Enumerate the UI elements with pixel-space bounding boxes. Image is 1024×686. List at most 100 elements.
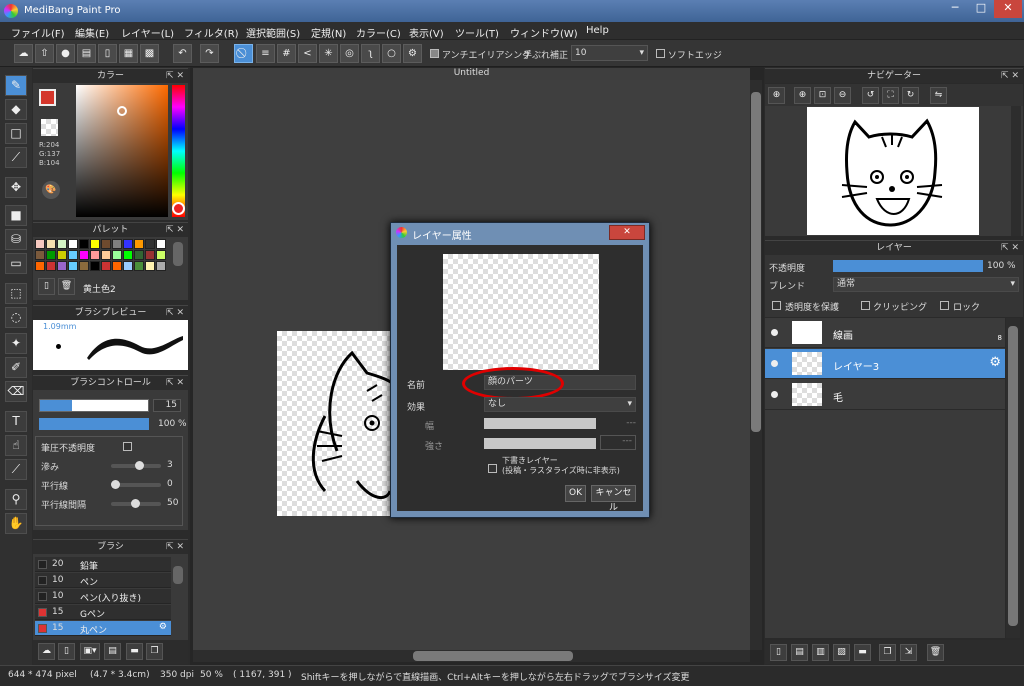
duplicate-icon[interactable]: ❐: [146, 643, 163, 660]
rotate-right-icon[interactable]: ↻: [902, 87, 919, 104]
select-pen-tool-icon[interactable]: ✐: [5, 357, 27, 378]
menu-window[interactable]: ウィンドウ(W): [510, 25, 578, 40]
parallel-slider[interactable]: [111, 480, 161, 489]
effect-select[interactable]: なし ▾: [484, 397, 636, 412]
palette-swatch[interactable]: [156, 239, 166, 249]
menu-ruler[interactable]: 定規(N): [311, 25, 346, 40]
circle-snap-icon[interactable]: ◎: [340, 44, 359, 63]
new-brush-icon[interactable]: ▯: [58, 643, 75, 660]
drawing-canvas[interactable]: [277, 331, 407, 516]
text-tool-icon[interactable]: T: [5, 411, 27, 432]
brush-item-gpen[interactable]: 15 Gペン: [35, 605, 171, 620]
stabilizer-select[interactable]: 10 ▾: [571, 45, 648, 61]
palette-swatch[interactable]: [90, 250, 100, 260]
panel-close-icon[interactable]: ⇱ ✕: [166, 306, 184, 320]
page-icon[interactable]: ▯: [98, 44, 117, 63]
menu-view[interactable]: 表示(V): [409, 25, 444, 40]
add-brush-icon[interactable]: ▣▾: [80, 643, 100, 660]
hue-slider[interactable]: [172, 85, 185, 217]
antialias-checkbox[interactable]: [430, 49, 439, 58]
palette-swatch[interactable]: [145, 239, 155, 249]
new-swatch-icon[interactable]: ▯: [38, 278, 55, 295]
ok-button[interactable]: OK: [565, 485, 586, 502]
actual-size-icon[interactable]: ⊡: [814, 87, 831, 104]
redo-icon[interactable]: ↷: [200, 44, 219, 63]
select-eraser-tool-icon[interactable]: ⌫: [5, 381, 27, 402]
width-slider[interactable]: [484, 418, 596, 429]
canvas-horizontal-scrollbar[interactable]: [193, 650, 750, 662]
merge-layer-icon[interactable]: ⇲: [900, 644, 917, 661]
panel-close-icon[interactable]: ⇱ ✕: [166, 376, 184, 390]
palette-swatch[interactable]: [79, 250, 89, 260]
palette-swatch[interactable]: [156, 250, 166, 260]
layer-item-fur[interactable]: 毛: [765, 380, 1005, 410]
palette-swatch[interactable]: [101, 261, 111, 271]
fill-rect-tool-icon[interactable]: ■: [5, 205, 27, 226]
brush-item-pen[interactable]: 10 ペン: [35, 573, 171, 588]
palette-swatch[interactable]: [35, 261, 45, 271]
maximize-button[interactable]: □: [968, 0, 994, 18]
brush-tool-icon[interactable]: ✎: [5, 75, 27, 96]
palette-swatch[interactable]: [134, 250, 144, 260]
brush-item-maru-pen[interactable]: 15 丸ペン ⚙: [35, 621, 171, 636]
strength-slider[interactable]: [484, 438, 596, 449]
move-tool-icon[interactable]: ✥: [5, 177, 27, 198]
visibility-icon[interactable]: [771, 329, 778, 336]
new-8bit-layer-icon[interactable]: ▨: [833, 644, 850, 661]
dot-tool-icon[interactable]: ⟋: [5, 147, 27, 168]
palette-swatch[interactable]: [79, 261, 89, 271]
navigator-thumbnail[interactable]: [807, 107, 979, 235]
palette-swatch[interactable]: [79, 239, 89, 249]
palette-swatch[interactable]: [134, 261, 144, 271]
new-layer-icon[interactable]: ▯: [770, 644, 787, 661]
lock-checkbox[interactable]: [940, 301, 949, 310]
panel-close-icon[interactable]: ⇱ ✕: [1001, 69, 1019, 83]
cloud-icon[interactable]: ☁: [14, 44, 33, 63]
palette-swatch[interactable]: [46, 261, 56, 271]
palette-swatch[interactable]: [112, 239, 122, 249]
lasso-tool-icon[interactable]: ◌: [5, 307, 27, 328]
curve-snap-icon[interactable]: ʅ: [361, 44, 380, 63]
settings-snap-icon[interactable]: ⚙: [403, 44, 422, 63]
palette-swatch[interactable]: [90, 261, 100, 271]
palette-swatch[interactable]: [68, 250, 78, 260]
panel-close-icon[interactable]: ⇱ ✕: [166, 540, 184, 554]
transparent-color-swatch[interactable]: [41, 119, 58, 136]
palette-swatch[interactable]: [57, 250, 67, 260]
protect-alpha-checkbox[interactable]: [772, 301, 781, 310]
primary-color-swatch[interactable]: [39, 89, 56, 106]
gradient-tool-icon[interactable]: ▭: [5, 253, 27, 274]
delete-layer-icon[interactable]: 🗑: [927, 644, 944, 661]
menu-selection[interactable]: 選択範囲(S): [246, 25, 300, 40]
radial-snap-icon[interactable]: ✳: [319, 44, 338, 63]
bucket-tool-icon[interactable]: ⛁: [5, 229, 27, 250]
brush-opacity-slider[interactable]: [39, 418, 149, 430]
canvas-vertical-scrollbar[interactable]: [750, 80, 762, 650]
parallel-snap-icon[interactable]: ≡: [256, 44, 275, 63]
palette-swatch[interactable]: [35, 250, 45, 260]
layer-item-lineart[interactable]: 線画 8: [765, 318, 1005, 348]
gear-icon[interactable]: ⚙: [159, 622, 167, 632]
divide-tool-icon[interactable]: ⟋: [5, 459, 27, 480]
eraser-tool-icon[interactable]: ◆: [5, 99, 27, 120]
menu-edit[interactable]: 編集(E): [75, 25, 109, 40]
palette-swatch[interactable]: [90, 239, 100, 249]
zoom-fit-icon[interactable]: ⊕: [768, 87, 785, 104]
navigator-scrollbar[interactable]: [1011, 106, 1021, 236]
select-tool-icon[interactable]: ⬚: [5, 283, 27, 304]
menu-file[interactable]: ファイル(F): [11, 25, 65, 40]
brush-size-slider[interactable]: [39, 399, 149, 412]
palette-picker-icon[interactable]: 🎨: [42, 181, 60, 199]
palette-swatch[interactable]: [68, 261, 78, 271]
palette-swatch[interactable]: [68, 239, 78, 249]
fit-window-icon[interactable]: ⛶: [882, 87, 899, 104]
panel-close-icon[interactable]: ⇱ ✕: [166, 223, 184, 237]
message-icon[interactable]: ▤: [77, 44, 96, 63]
copy-brush-icon[interactable]: ▤: [104, 643, 121, 660]
visibility-icon[interactable]: [771, 391, 778, 398]
rotate-left-icon[interactable]: ↺: [862, 87, 879, 104]
trash-icon[interactable]: 🗑: [58, 278, 75, 295]
rectangle-tool-icon[interactable]: □: [5, 123, 27, 144]
palette-swatch[interactable]: [134, 239, 144, 249]
pressure-opacity-checkbox[interactable]: [123, 442, 132, 451]
